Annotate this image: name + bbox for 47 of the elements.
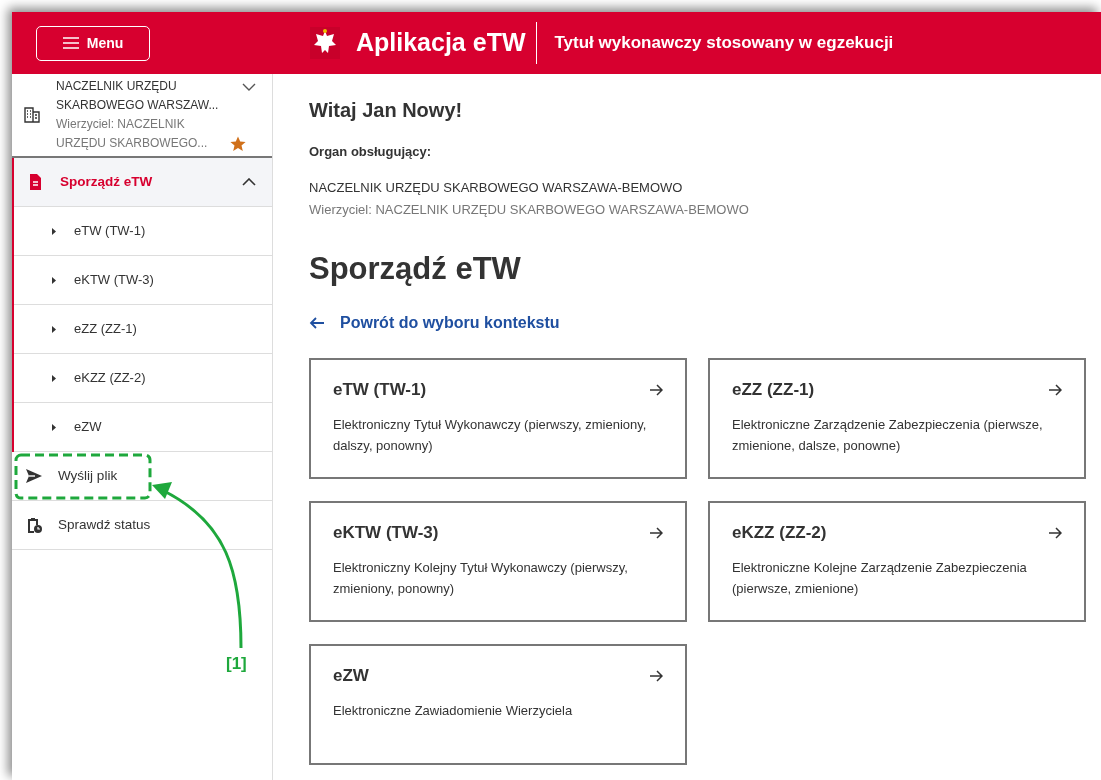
card-description: Elektroniczne Zarządzenie Zabezpieczenia (pierwsze, zmienione, dalsze, ponowne) bbox=[732, 416, 1044, 456]
back-link[interactable]: Powrót do wyboru kontekstu bbox=[309, 310, 560, 335]
organ-name: NACZELNIK URZĘDU SKARBOWEGO WARSZAWA-BEMOWO bbox=[309, 178, 684, 197]
sidebar-item[interactable]: Sporządź eTW bbox=[14, 158, 272, 207]
caret-right-icon bbox=[52, 227, 56, 235]
form-card[interactable]: eKZZ (ZZ-2) Elektroniczne Kolejne Zarządzenie Zabezpieczenia (pierwsze, zmienione) bbox=[708, 500, 1086, 622]
send-icon bbox=[26, 468, 42, 484]
context-creditor: Wierzyciel: NACZELNIK URZĘDU SKARBOWEGO... bbox=[56, 116, 209, 152]
document-icon bbox=[28, 174, 44, 190]
menu-icon bbox=[62, 37, 79, 49]
arrow-left-icon bbox=[309, 316, 324, 329]
card-title: eKZZ (ZZ-2) bbox=[732, 522, 827, 544]
app-subtitle: Tytuł wykonawczy stosowany w egzekucji bbox=[535, 22, 894, 64]
form-card[interactable]: eZW Elektroniczne Zawiadomienie Wierzyciela bbox=[309, 643, 687, 765]
caret-right-icon bbox=[52, 374, 56, 382]
caret-right-icon bbox=[52, 423, 56, 431]
card-description: Elektroniczne Zawiadomienie Wierzyciela bbox=[333, 702, 574, 721]
sidebar-item[interactable]: Wyślij plik bbox=[12, 452, 272, 501]
arrow-right-icon bbox=[650, 383, 663, 396]
menu-button[interactable]: Menu bbox=[36, 25, 150, 61]
section-heading: Sporządź eTW bbox=[309, 249, 522, 287]
card-description: Elektroniczny Kolejny Tytuł Wykonawczy (pierwszy, zmieniony, ponowny) bbox=[333, 559, 629, 599]
callout-label: [1] bbox=[226, 654, 247, 673]
greeting-heading: Witaj Jan Nowy! bbox=[309, 98, 464, 122]
card-title: eZZ (ZZ-1) bbox=[732, 379, 815, 401]
arrow-right-icon bbox=[1049, 526, 1062, 539]
card-title: eTW (TW-1) bbox=[333, 379, 427, 401]
building-icon bbox=[24, 107, 40, 123]
card-title: eKTW (TW-3) bbox=[333, 522, 439, 544]
form-card[interactable]: eTW (TW-1) Elektroniczny Tytuł Wykonawczy (pierwszy, zmieniony, dalszy, ponowny) bbox=[309, 357, 687, 479]
app-title: Aplikacja eTW bbox=[356, 27, 526, 59]
arrow-right-icon bbox=[650, 526, 663, 539]
form-card[interactable]: eKTW (TW-3) Elektroniczny Kolejny Tytuł Wykonawczy (pierwszy, zmieniony, ponowny) bbox=[309, 500, 687, 622]
chevron-up-icon bbox=[242, 178, 256, 186]
caret-right-icon bbox=[52, 276, 56, 284]
organ-creditor: Wierzyciel: NACZELNIK URZĘDU SKARBOWEGO WARSZAWA-BEMOWO bbox=[309, 201, 750, 219]
sidebar-item[interactable]: Sprawdź status bbox=[12, 501, 272, 550]
clipboard-clock-icon bbox=[26, 517, 42, 533]
form-card[interactable]: eZZ (ZZ-1) Elektroniczne Zarządzenie Zabezpieczenia (pierwsze, zmienione, dalsze, ponowne) bbox=[708, 357, 1086, 479]
card-description: Elektroniczne Kolejne Zarządzenie Zabezpieczenia (pierwsze, zmienione) bbox=[732, 559, 1028, 599]
organ-label: Organ obsługujący: bbox=[309, 143, 433, 161]
arrow-right-icon bbox=[650, 669, 663, 682]
caret-right-icon bbox=[52, 325, 56, 333]
card-title: eZW bbox=[333, 665, 369, 687]
arrow-right-icon bbox=[1049, 383, 1062, 396]
card-description: Elektroniczny Tytuł Wykonawczy (pierwszy, zmieniony, dalszy, ponowny) bbox=[333, 416, 648, 456]
context-name: NACZELNIK URZĘDU SKARBOWEGO WARSZAW... bbox=[56, 78, 220, 114]
